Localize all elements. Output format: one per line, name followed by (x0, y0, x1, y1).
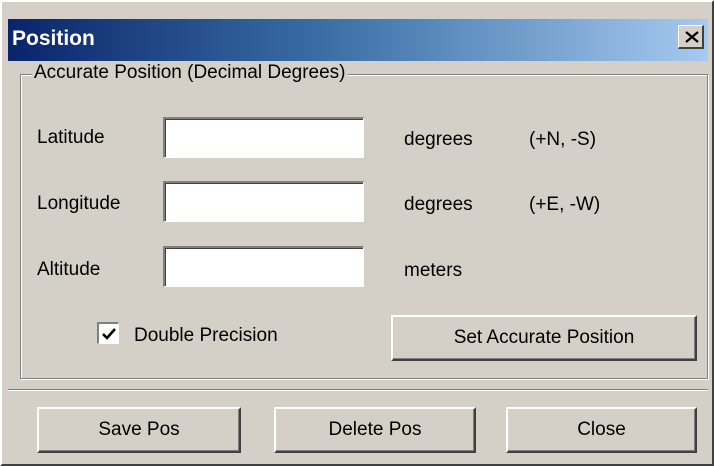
close-button[interactable]: Close (506, 407, 697, 453)
latitude-hint: (+N, -S) (529, 129, 597, 150)
longitude-unit: degrees (404, 194, 473, 215)
divider (8, 389, 708, 391)
close-icon (685, 31, 699, 43)
close-window-button[interactable] (678, 25, 704, 49)
longitude-hint: (+E, -W) (529, 194, 601, 215)
altitude-label: Altitude (37, 259, 101, 280)
double-precision-checkbox[interactable] (97, 322, 119, 344)
window-title: Position (12, 27, 95, 50)
altitude-input[interactable] (163, 246, 364, 287)
checkmark-icon (102, 328, 116, 340)
group-title: Accurate Position (Decimal Degrees) (32, 62, 348, 84)
latitude-label: Latitude (37, 127, 105, 148)
altitude-unit: meters (404, 260, 463, 281)
latitude-unit: degrees (404, 129, 473, 150)
save-pos-button[interactable]: Save Pos (37, 407, 241, 453)
longitude-input[interactable] (163, 181, 364, 222)
double-precision-label[interactable]: Double Precision (134, 325, 278, 347)
title-bar[interactable]: Position (8, 19, 708, 61)
latitude-input[interactable] (163, 117, 364, 158)
delete-pos-button[interactable]: Delete Pos (274, 407, 476, 453)
longitude-label: Longitude (37, 193, 121, 214)
set-accurate-position-button[interactable]: Set Accurate Position (391, 315, 697, 361)
